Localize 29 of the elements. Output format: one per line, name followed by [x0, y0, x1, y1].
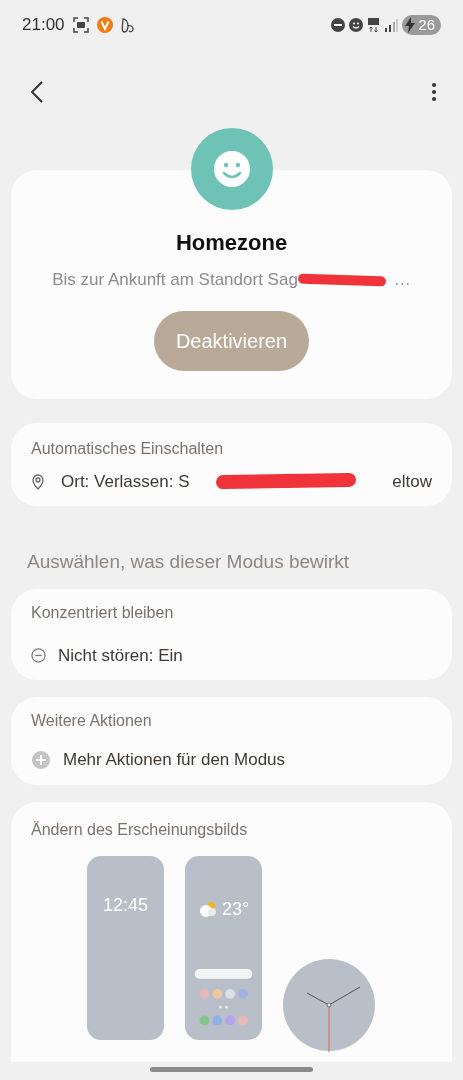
weather-icon [197, 901, 218, 917]
more-icon [431, 82, 437, 102]
location-pin-icon [31, 472, 45, 490]
mode-description: Bis zur Ankunft am Standort Sag [52, 269, 298, 291]
battery-level: 26 [402, 15, 441, 35]
back-icon [30, 80, 44, 104]
section-title: Auswählen, was dieser Modus bewirkt [26, 550, 351, 574]
lock-screen-clock: 12:45 [102, 893, 148, 914]
do-not-disturb-icon [31, 647, 46, 663]
action-item[interactable]: Mehr Aktionen für den Modus [63, 747, 286, 773]
screenshot-icon [72, 17, 89, 33]
section-heading: Konzentriert bleiben [31, 602, 175, 623]
location-trigger[interactable]: eltow [392, 468, 432, 494]
section-heading: Ändern des Erscheinungsbilds [31, 819, 249, 840]
status-time: 21:00 [22, 14, 65, 37]
charging-icon [404, 17, 417, 33]
ellipsis: … [393, 269, 411, 291]
do-not-disturb-icon [331, 18, 346, 32]
temperature: 23° [221, 897, 250, 921]
action-item[interactable]: Nicht stören: Ein [58, 642, 183, 668]
add-icon [31, 749, 51, 770]
smiley-icon [349, 18, 364, 32]
signal-icon [384, 18, 399, 32]
mobile-data-icon [367, 17, 381, 33]
section-heading: Weitere Aktionen [31, 711, 153, 731]
mode-title: Homezone [174, 229, 289, 257]
section-heading: Automatisches Einschalten [31, 438, 225, 459]
location-trigger[interactable]: Ort: Verlassen: S [61, 468, 190, 494]
app-notification-icon [96, 17, 113, 33]
